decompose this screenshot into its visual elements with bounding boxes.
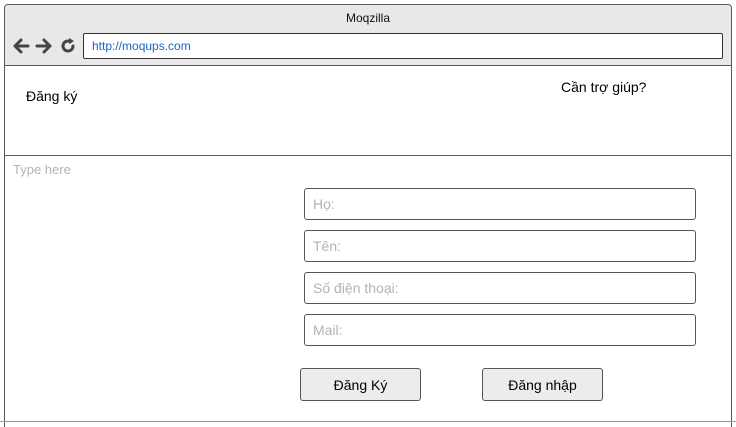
first-name-field[interactable] [304,230,696,262]
help-link[interactable]: Cần trợ giúp? [561,79,646,95]
page-header: Đăng ký Cần trợ giúp? [5,66,731,156]
login-button[interactable]: Đăng nhập [482,368,603,401]
form-area: Type here Đăng Ký Đăng nhập [5,156,731,427]
url-bar[interactable]: http://moqups.com [83,33,723,59]
page-bottom-divider [0,421,736,422]
window-title: Moqzilla [345,11,390,25]
page-title: Đăng ký [26,88,78,104]
mail-field[interactable] [304,314,696,346]
register-button[interactable]: Đăng Ký [300,368,421,401]
back-arrow-icon[interactable] [11,36,31,56]
last-name-field[interactable] [304,188,696,220]
placeholder-text: Type here [13,162,71,177]
reload-icon[interactable] [58,36,78,56]
browser-titlebar: Moqzilla http://moqups.com [5,5,731,66]
phone-field[interactable] [304,272,696,304]
forward-arrow-icon[interactable] [34,36,54,56]
browser-window: Moqzilla http://moqups.com Đăng ký Cần t… [4,4,732,427]
